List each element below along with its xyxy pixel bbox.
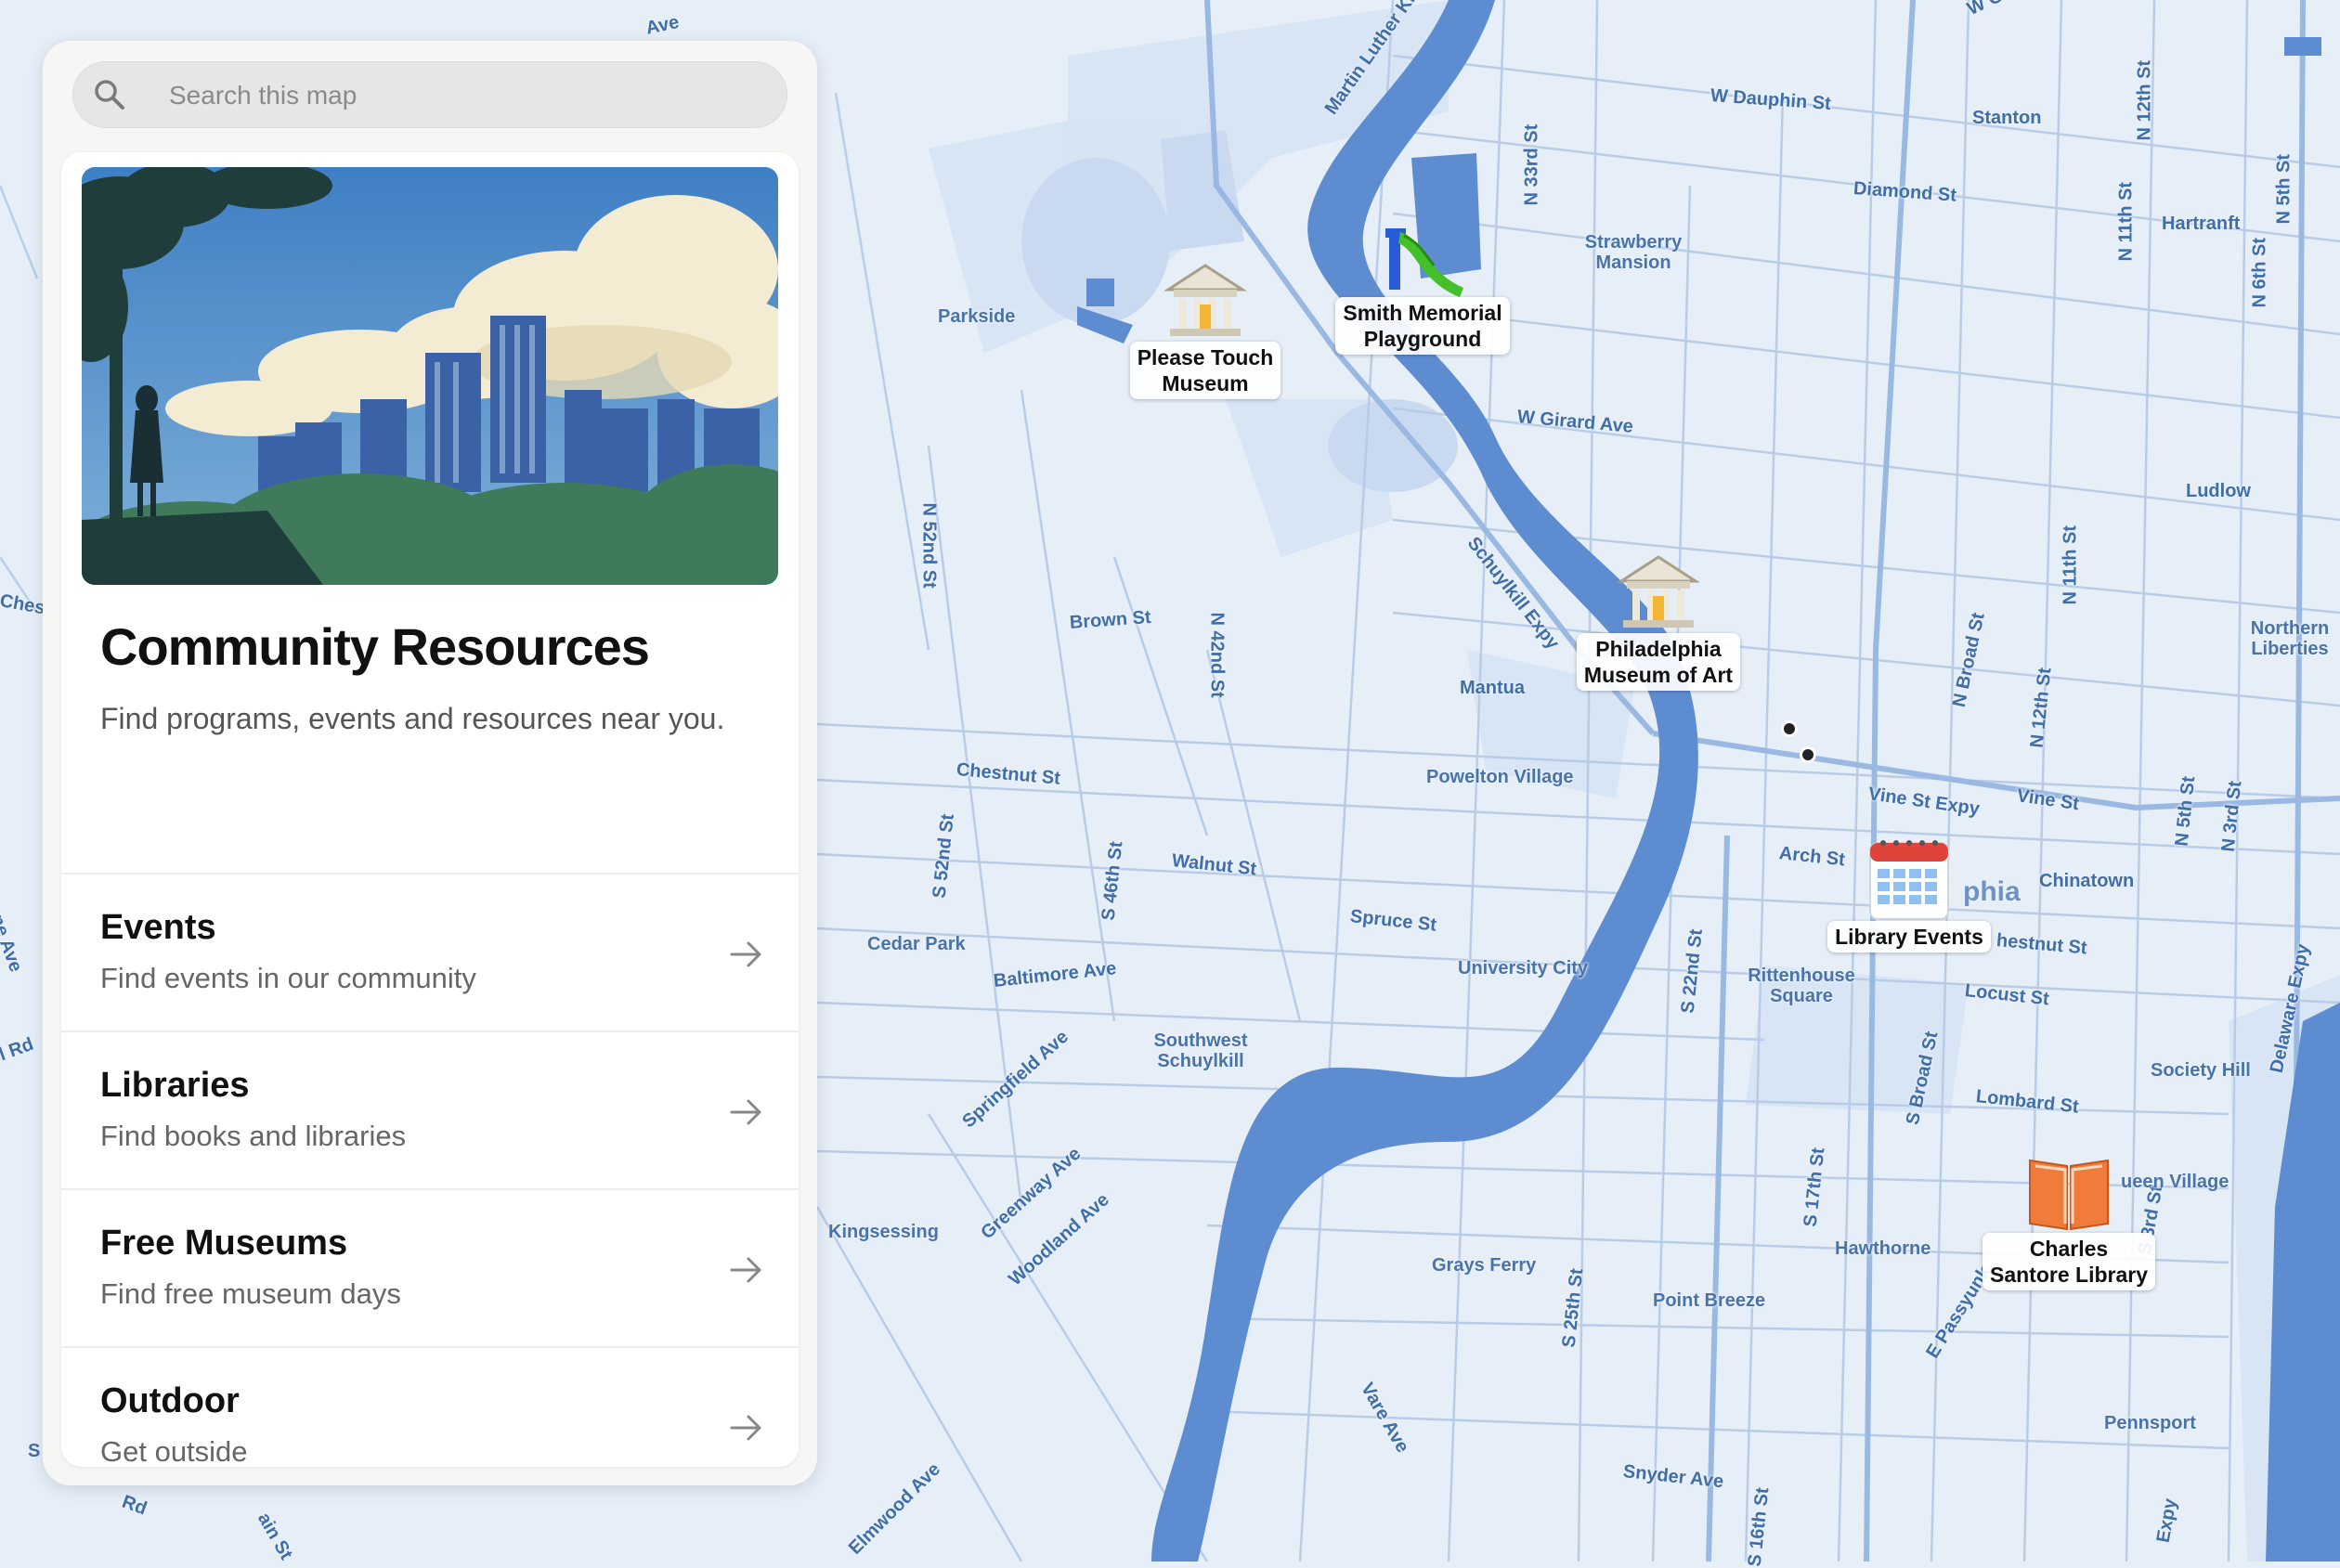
search-bar[interactable]: Search this map [72,61,787,128]
pin-label: Charles Santore Library [1982,1233,2155,1290]
category-title: Libraries [100,1066,250,1105]
museum-icon [1163,264,1248,336]
category-events[interactable]: Events Find events in our community [61,873,799,1032]
pin-label: Philadelphia Museum of Art [1576,633,1741,691]
resources-card: Community Resources Find programs, event… [61,152,799,1467]
street-label: Mantua [1460,678,1525,698]
page-title: Community Resources [100,617,650,676]
category-title: Events [100,908,216,947]
search-input[interactable]: Search this map [169,81,357,110]
resources-panel: Search this map Community Resources Find… [43,41,817,1485]
neighborhood-label: Rittenhouse Square [1748,965,1855,1006]
street-label: N 11th St [2115,181,2137,262]
category-subtitle: Get outside [100,1435,248,1467]
neighborhood-label: Grays Ferry [1432,1255,1537,1276]
page-subtitle: Find programs, events and resources near… [100,702,725,735]
pin-library-events[interactable]: Library Events [1807,832,2011,952]
pin-label: Smith Memorial Playground [1335,297,1510,355]
pin-charles-santore-library[interactable]: Charles Santore Library [1967,1144,2171,1290]
neighborhood-label: Society Hill [2151,1060,2251,1081]
book-icon [2029,1159,2109,1231]
street-label: N 5th St [2273,153,2294,225]
category-outdoor[interactable]: Outdoor Get outside [61,1346,799,1467]
neighborhood-label: Kingsessing [828,1222,939,1242]
arrow-right-icon [730,1257,761,1283]
neighborhood-label: University City [1458,958,1589,978]
category-title: Free Museums [100,1224,348,1263]
category-subtitle: Find books and libraries [100,1120,407,1152]
neighborhood-label: Parkside [938,306,1016,327]
pin-smith-memorial-playground[interactable]: Smith Memorial Playground [1320,208,1525,355]
transit-stop-marker[interactable] [1800,746,1816,763]
hero-image [82,167,778,585]
pin-please-touch-museum[interactable]: Please Touch Museum [1103,253,1307,399]
slide-icon [1385,228,1463,297]
calendar-icon [1869,840,1949,920]
neighborhood-label: Northern Liberties [2250,618,2330,659]
pin-label: Library Events [1827,921,1991,952]
street-label: N 6th St [2249,237,2270,308]
street-label: N 11th St [2060,525,2081,605]
neighborhood-label: Strawberry Mansion [1584,232,1683,273]
arrow-right-icon [730,941,761,967]
street-label: Ludlow [2186,481,2251,501]
category-subtitle: Find events in our community [100,962,476,994]
pin-label: Please Touch Museum [1129,342,1281,399]
street-label: Stanton [1972,108,2042,128]
street-label: Chinatown [2039,871,2135,891]
neighborhood-label: Southwest Schuylkill [1153,1030,1248,1071]
street-label: Hartranft [2162,214,2241,234]
category-subtitle: Find free museum days [100,1277,401,1310]
museum-icon [1616,555,1701,628]
neighborhood-label: Cedar Park [867,934,966,954]
transit-stop-marker[interactable] [1781,720,1798,737]
street-label: N 12th St [2134,59,2155,141]
category-free-museums[interactable]: Free Museums Find free museum days [61,1188,799,1348]
arrow-right-icon [730,1099,761,1125]
street-label: N 42nd St [1206,612,1228,698]
neighborhood-label: Point Breeze [1653,1290,1766,1311]
arrow-right-icon [730,1415,761,1441]
neighborhood-label: Hawthorne [1835,1238,1931,1259]
street-label: N 33rd St [1521,123,1542,206]
category-title: Outdoor [100,1381,240,1420]
neighborhood-label: Pennsport [2104,1413,2196,1433]
category-libraries[interactable]: Libraries Find books and libraries [61,1030,799,1190]
pin-philadelphia-museum-of-art[interactable]: Philadelphia Museum of Art [1556,544,1761,691]
neighborhood-label: Powelton Village [1426,767,1574,787]
street-label: N 52nd St [918,502,940,589]
search-icon [95,80,124,110]
street-label: S [28,1441,41,1461]
